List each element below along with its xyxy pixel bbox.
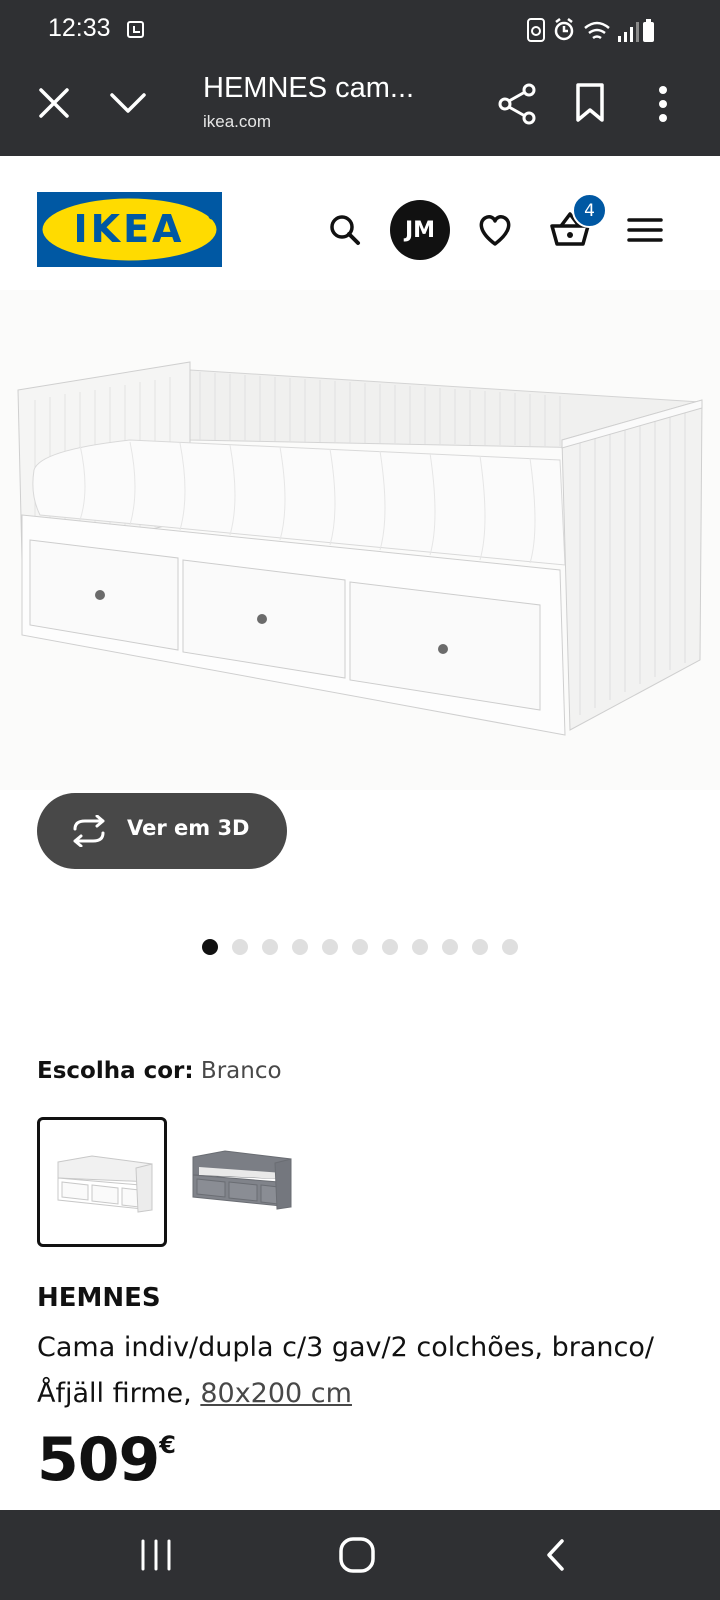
product-size-link[interactable]: 80x200 cm (200, 1378, 352, 1409)
alarm-icon (554, 18, 574, 41)
menu-hamburger-icon[interactable] (615, 200, 675, 260)
view-3d-button[interactable]: Ver em 3D (37, 793, 287, 869)
cart-count-badge: 4 (572, 193, 607, 228)
account-avatar[interactable]: JM (390, 200, 450, 260)
pagination-dot[interactable] (352, 939, 368, 955)
pagination-dot[interactable] (382, 939, 398, 955)
share-icon[interactable] (496, 82, 540, 126)
signal-icon (618, 22, 639, 42)
pagination-dot[interactable] (262, 939, 278, 955)
gallery-pagination (202, 939, 518, 957)
product-image[interactable] (0, 290, 720, 790)
color-picker-label: Escolha cor: Branco (37, 1058, 282, 1084)
battery-saver-icon (527, 18, 545, 42)
page-title: HEMNES cam... (203, 72, 415, 104)
pagination-dot[interactable] (292, 939, 308, 955)
pagination-dot[interactable] (202, 939, 218, 955)
more-options-icon[interactable] (656, 84, 670, 124)
custom-tab-toolbar: HEMNES cam... ikea.com (0, 60, 720, 156)
price-integer: 509 (37, 1425, 160, 1495)
status-icons (527, 18, 654, 42)
recent-apps-icon[interactable] (136, 1538, 176, 1572)
bookmark-icon[interactable] (574, 82, 608, 126)
product-description: Cama indiv/dupla c/3 gav/2 colchões, bra… (37, 1325, 697, 1417)
pagination-dot[interactable] (472, 939, 488, 955)
color-swatch-grey[interactable] (183, 1117, 313, 1247)
pagination-dot[interactable] (502, 939, 518, 955)
chevron-down-icon[interactable] (108, 90, 148, 116)
status-bar: 12:33 (0, 0, 720, 60)
product-name: HEMNES (37, 1283, 161, 1313)
battery-icon (643, 19, 654, 42)
page-url: ikea.com (203, 112, 272, 131)
wifi-icon (584, 21, 610, 40)
pagination-dot[interactable] (232, 939, 248, 955)
ikea-logo[interactable]: IKEA (37, 192, 222, 267)
status-time: 12:33 (48, 14, 111, 42)
rotate-3d-icon (73, 815, 105, 847)
color-label-prefix: Escolha cor: (37, 1058, 194, 1084)
search-icon[interactable] (315, 200, 375, 260)
wishlist-heart-icon[interactable] (465, 200, 525, 260)
price-currency: € (159, 1431, 176, 1459)
color-swatch-white[interactable] (37, 1117, 167, 1247)
home-icon[interactable] (338, 1536, 376, 1574)
pagination-dot[interactable] (442, 939, 458, 955)
grey-daybed-thumbnail (192, 1150, 292, 1210)
product-price: 509€ (37, 1425, 176, 1495)
back-icon[interactable] (544, 1538, 568, 1572)
system-navigation-bar (0, 1510, 720, 1600)
selected-color-value: Branco (200, 1058, 282, 1084)
pagination-dot[interactable] (322, 939, 338, 955)
pagination-dot[interactable] (412, 939, 428, 955)
close-icon[interactable] (36, 85, 72, 121)
white-daybed-thumbnail (57, 1155, 153, 1213)
screen-time-icon (127, 21, 144, 38)
logo-text: IKEA (74, 207, 185, 251)
view-3d-label: Ver em 3D (127, 816, 250, 840)
daybed-illustration (17, 361, 703, 736)
